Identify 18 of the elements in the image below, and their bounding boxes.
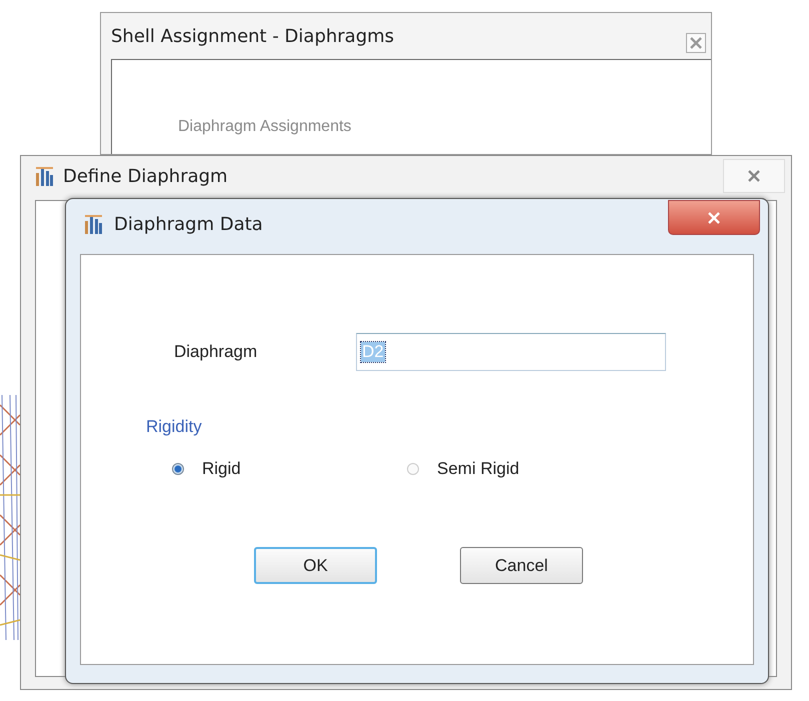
close-icon <box>688 36 704 50</box>
group-label: Rigidity <box>146 417 202 436</box>
field-label: Diaphragm <box>174 342 258 362</box>
field-value: D2 <box>361 342 385 362</box>
close-icon <box>706 210 722 224</box>
close-button[interactable] <box>668 200 760 235</box>
window-title: Diaphragm Data <box>114 214 263 234</box>
radio-button[interactable] <box>407 463 419 475</box>
close-icon <box>746 169 762 183</box>
cancel-button[interactable]: Cancel <box>460 547 583 584</box>
group-label: Diaphragm Assignments <box>178 118 352 136</box>
close-button[interactable] <box>686 33 706 53</box>
radio-label: Rigid <box>202 459 241 479</box>
radio-label: Semi Rigid <box>437 459 520 479</box>
window-title: Define Diaphragm <box>63 166 228 186</box>
ok-button[interactable]: OK <box>254 547 377 584</box>
radio-button[interactable] <box>172 463 184 475</box>
window-title: Shell Assignment - Diaphragms <box>111 26 394 46</box>
